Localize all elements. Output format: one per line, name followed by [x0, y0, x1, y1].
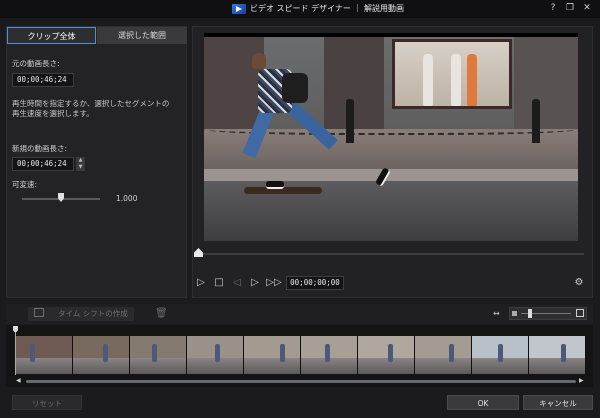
scroll-right-icon[interactable]: ▶ — [579, 377, 584, 384]
close-button[interactable]: ✕ — [580, 2, 594, 15]
spin-up-icon[interactable]: ▲ — [76, 157, 85, 164]
thumb-road — [130, 358, 186, 374]
clip-thumbnail — [358, 336, 415, 374]
tab-entire-clip[interactable]: クリップ全体 — [7, 27, 96, 44]
thumb-figure — [325, 344, 330, 362]
clip-thumbnail — [472, 336, 529, 374]
fit-timeline-icon[interactable]: ↔ — [493, 309, 500, 318]
thumb-figure — [449, 344, 454, 362]
thumb-road — [16, 358, 72, 374]
restore-button[interactable]: ❐ — [563, 2, 577, 15]
play-icon[interactable]: ▷ — [194, 276, 208, 290]
clip-thumbnail — [187, 336, 244, 374]
new-length-label: 新規の動画長さ: — [12, 144, 68, 153]
thumbnail-strip[interactable] — [16, 336, 586, 374]
zoom-in-icon[interactable] — [576, 309, 584, 317]
bollard — [532, 99, 540, 143]
thumb-road — [415, 358, 471, 374]
bollard — [346, 99, 354, 143]
stop-icon[interactable]: □ — [212, 276, 226, 290]
help-button[interactable]: ? — [546, 2, 560, 15]
thumb-figure — [30, 344, 35, 362]
previous-frame-icon[interactable]: ◁ — [230, 276, 244, 290]
zoom-out-icon[interactable] — [512, 311, 517, 316]
create-timeshift-label: タイム シフトの作成 — [58, 309, 128, 318]
thumb-wall — [529, 336, 585, 358]
building-right — [514, 37, 578, 133]
thumb-figure — [388, 344, 393, 362]
thumb-road — [358, 358, 414, 374]
clip-thumbnail — [301, 336, 358, 374]
clip-thumbnail — [16, 336, 73, 374]
clip-thumbnail — [130, 336, 187, 374]
settings-gear-icon[interactable]: ⚙ — [572, 276, 586, 290]
ok-button[interactable]: OK — [447, 395, 519, 410]
thumb-figure — [561, 344, 566, 362]
thumb-road — [244, 358, 300, 374]
speed-value: 1.000 — [116, 194, 138, 203]
description-text: 再生時間を指定するか、選択したセグメントの再生速度を選択します。 — [12, 99, 170, 118]
speed-label: 可変速: — [12, 180, 38, 189]
thumb-figure — [498, 344, 503, 362]
create-timeshift-button[interactable]: タイム シフトの作成 — [28, 307, 134, 321]
cancel-button[interactable]: キャンセル — [523, 395, 593, 410]
thumb-wall — [73, 336, 129, 358]
spin-down-icon[interactable]: ▼ — [76, 164, 85, 171]
playback-scrubber[interactable] — [198, 253, 584, 255]
thumb-wall — [415, 336, 471, 358]
thumb-wall — [130, 336, 186, 358]
timeline-scrollbar[interactable]: ◀ ▶ — [16, 377, 586, 384]
clip-thumbnail — [73, 336, 130, 374]
thumb-wall — [358, 336, 414, 358]
title-bar: ビデオ スピード デザイナー ｜ 解説用動画 ? ❐ ✕ — [0, 0, 600, 18]
scrollbar-thumb[interactable] — [26, 380, 576, 383]
mannequin — [423, 54, 433, 106]
skater-backpack — [282, 73, 308, 103]
original-length-field: 00;00;46;24 — [12, 73, 74, 87]
original-length-label: 元の動画長さ: — [12, 59, 60, 68]
tab-selected-range[interactable]: 選択した範囲 — [97, 27, 187, 44]
window-title-group: ビデオ スピード デザイナー ｜ 解説用動画 — [232, 3, 404, 14]
clip-thumbnail — [529, 336, 586, 374]
thumb-figure — [152, 344, 157, 362]
thumb-wall — [16, 336, 72, 358]
thumb-figure — [103, 344, 108, 362]
thumb-figure — [215, 344, 220, 362]
fast-forward-icon[interactable]: ▷▷ — [265, 276, 283, 290]
scroll-left-icon[interactable]: ◀ — [16, 377, 21, 384]
next-frame-icon[interactable]: ▷ — [248, 276, 262, 290]
add-timeshift-icon — [34, 308, 44, 317]
skater-shoe — [266, 181, 284, 189]
window-title: ビデオ スピード デザイナー ｜ 解説用動画 — [250, 4, 405, 13]
thumb-wall — [244, 336, 300, 358]
skater-head — [252, 53, 266, 69]
thumb-road — [73, 358, 129, 374]
timecode-display[interactable]: 00;00;00;00 — [286, 276, 344, 290]
mannequin — [467, 54, 477, 106]
shop-window — [392, 39, 512, 109]
building-mid — [324, 37, 384, 133]
trash-icon[interactable]: 🗑 — [155, 308, 168, 320]
zoom-slider-thumb[interactable] — [528, 309, 532, 318]
new-length-field[interactable]: 00;00;46;24 — [12, 157, 74, 171]
curb — [204, 169, 578, 181]
app-logo-icon — [232, 3, 246, 14]
clip-thumbnail — [244, 336, 301, 374]
video-preview — [204, 33, 578, 241]
thumb-figure — [280, 344, 285, 362]
thumb-road — [529, 358, 585, 374]
mannequin — [451, 54, 461, 106]
reset-button[interactable]: リセット — [12, 395, 82, 410]
clip-thumbnail — [415, 336, 472, 374]
